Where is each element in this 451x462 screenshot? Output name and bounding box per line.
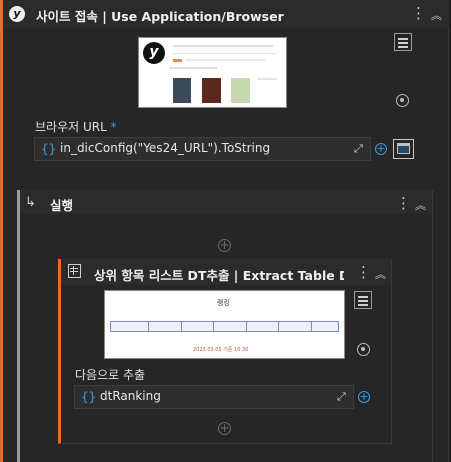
yes24-thumb-logo: y (143, 42, 165, 64)
extract-menu-button[interactable] (354, 291, 372, 309)
sequence-more-options-icon[interactable]: ⋮ (396, 196, 411, 211)
sequence-title: 실행 (50, 198, 74, 213)
thumb-heading: 랭킹 (217, 299, 230, 307)
yes24-logo-icon: y (9, 6, 25, 22)
collapse-icon[interactable]: ︽ (431, 7, 442, 23)
extract-target-icon[interactable] (357, 343, 370, 356)
output-add-variable-icon[interactable]: + (358, 391, 370, 403)
extract-output-value: dtRanking (100, 389, 161, 403)
variable-braces-icon: {} (41, 142, 57, 156)
sequence-arrow-icon: ↳ (25, 195, 36, 210)
activity-title: 사이트 접속 | Use Application/Browser (36, 9, 284, 24)
extract-output-field[interactable]: {} dtRanking ⤢ (74, 385, 354, 409)
output-braces-icon: {} (81, 390, 97, 404)
browser-window-icon[interactable] (393, 139, 414, 159)
thumb-date: 2023.03.05 기준 10:30 (193, 347, 249, 353)
thumb-tab-row (110, 321, 339, 332)
browser-url-label: 브라우저 URL (35, 120, 107, 134)
sequence-header[interactable] (20, 190, 432, 214)
menu-button[interactable] (394, 33, 412, 51)
sequence-collapse-icon[interactable]: ︽ (415, 197, 426, 213)
more-options-icon[interactable]: ⋮ (411, 6, 426, 21)
table-extract-icon (68, 264, 81, 278)
browser-url-value: in_dicConfig("Yes24_URL").ToString (60, 141, 271, 155)
target-icon[interactable] (396, 94, 409, 107)
add-activity-top-icon[interactable]: + (218, 239, 231, 252)
browser-url-field[interactable]: {} in_dicConfig("Yes24_URL").ToString ⤢ (34, 137, 371, 161)
expand-editor-icon[interactable]: ⤢ (354, 142, 363, 156)
table-screenshot-thumbnail[interactable]: 랭킹 2023.03.05 기준 10:30 (104, 290, 345, 359)
required-mark: * (110, 120, 117, 134)
add-activity-bottom-icon[interactable]: + (218, 422, 231, 435)
extract-table-title: 상위 항목 리스트 DT추출 | Extract Table D... (94, 268, 344, 283)
browser-url-label-row: 브라우저 URL * (35, 118, 117, 135)
extract-to-label: 다음으로 추출 (75, 368, 146, 382)
add-variable-icon[interactable]: + (375, 143, 387, 155)
extract-more-options-icon[interactable]: ⋮ (356, 265, 371, 280)
browser-screenshot-thumbnail[interactable]: y (138, 37, 287, 108)
output-expand-editor-icon[interactable]: ⤢ (337, 390, 346, 404)
extract-collapse-icon[interactable]: ︽ (375, 266, 386, 282)
